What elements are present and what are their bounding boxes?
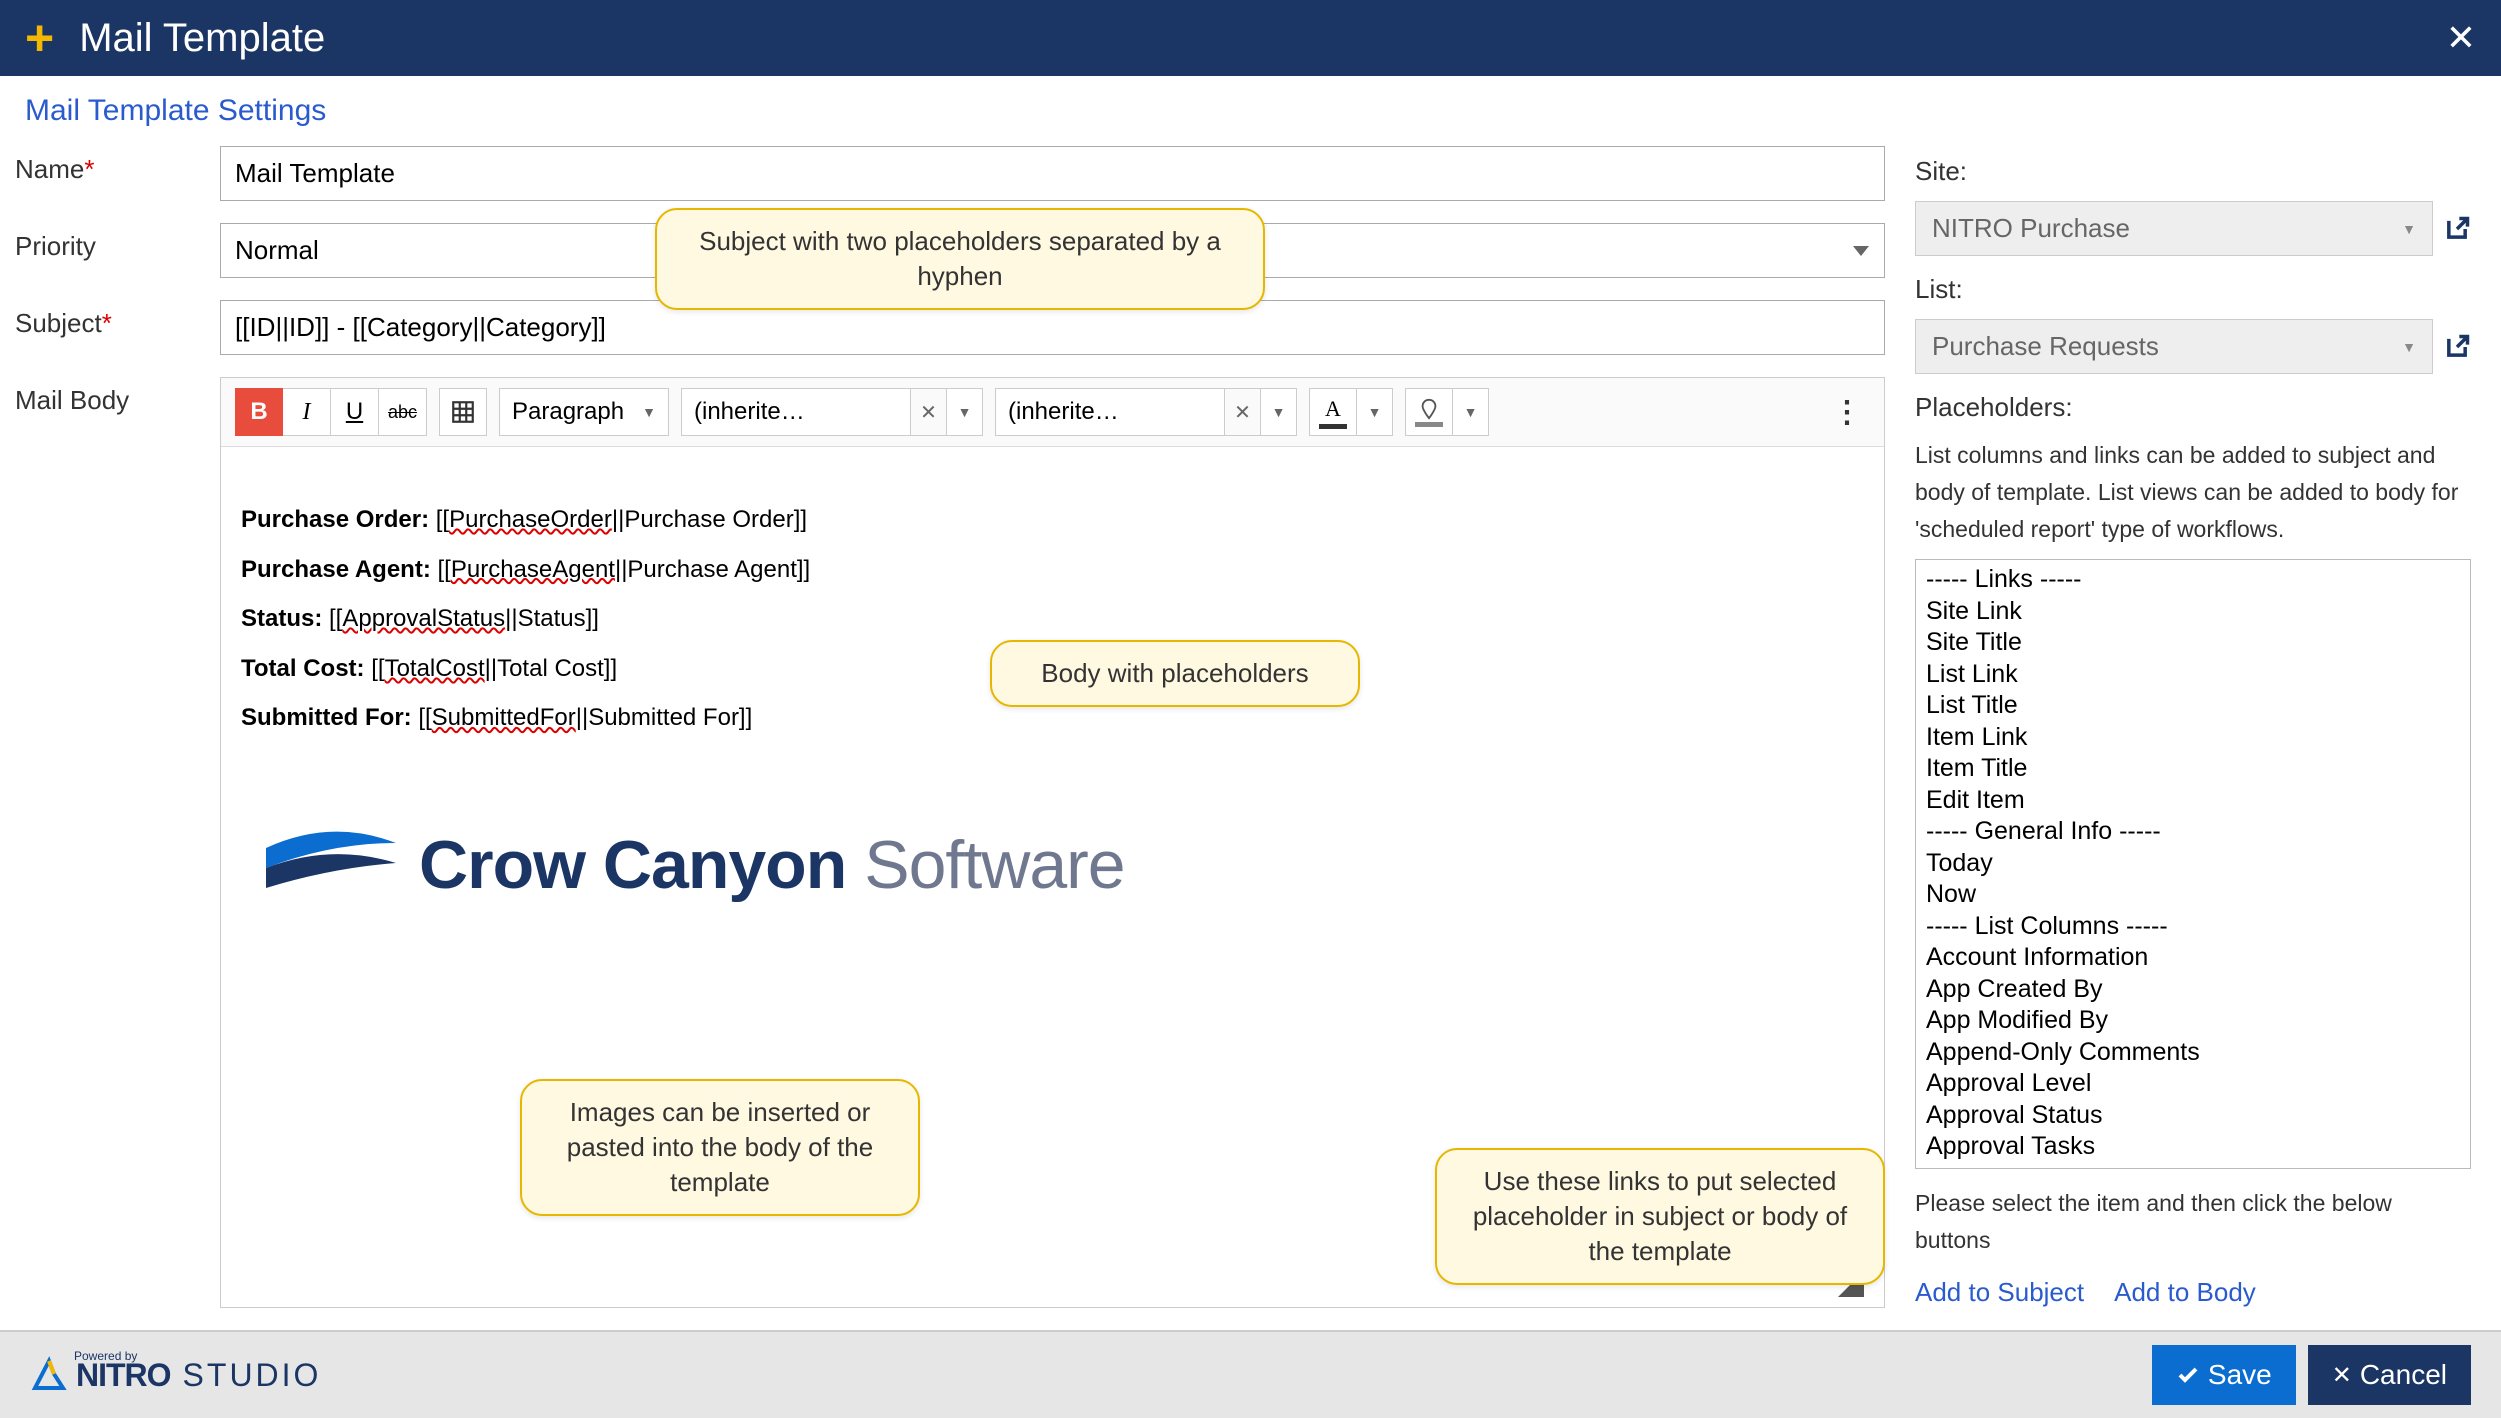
save-button[interactable]: Save [2152,1345,2296,1405]
subheader: Mail Template Settings [0,76,2501,146]
cancel-button[interactable]: ✕ Cancel [2308,1345,2471,1405]
body-line: Purchase Agent: [[PurchaseAgent||Purchas… [241,547,1864,593]
body-line: Status: [[ApprovalStatus||Status]] [241,596,1864,642]
footer: Powered by NITRO STUDIO Save ✕ Cancel [0,1330,2501,1418]
list-item[interactable]: Today [1926,848,2460,880]
close-icon[interactable]: ✕ [2446,17,2476,59]
logo-text-primary: Crow Canyon [419,801,846,930]
font-family-caret[interactable]: ▼ [947,388,983,436]
strikethrough-button[interactable]: abc [379,388,427,436]
placeholders-listbox[interactable]: ----- Links -----Site LinkSite TitleList… [1915,559,2471,1169]
list-item[interactable]: Site Link [1926,596,2460,628]
text-color-button[interactable]: A [1309,388,1357,436]
callout-images: Images can be inserted or pasted into th… [520,1079,920,1216]
external-link-icon[interactable] [2443,215,2471,243]
external-link-icon-2[interactable] [2443,333,2471,361]
subject-label: Subject* [15,300,220,339]
right-panel: Site: NITRO Purchase▼ List: Purchase Req… [1915,146,2486,1330]
list-item[interactable]: Now [1926,879,2460,911]
list-item[interactable]: Site Title [1926,627,2460,659]
nitro-icon [30,1356,68,1394]
priority-label: Priority [15,223,220,262]
add-to-subject-link[interactable]: Add to Subject [1915,1277,2084,1308]
list-item[interactable]: ----- List Columns ----- [1926,911,2460,943]
placeholders-label: Placeholders: [1915,392,2471,423]
list-item[interactable]: Approval Worklog [1926,1163,2460,1170]
placeholders-help: List columns and links can be added to s… [1915,437,2471,547]
list-item[interactable]: Item Link [1926,722,2460,754]
list-item[interactable]: List Title [1926,690,2460,722]
add-to-body-link[interactable]: Add to Body [2114,1277,2256,1308]
more-icon[interactable]: ⋮ [1832,395,1870,430]
list-item[interactable]: Item Title [1926,753,2460,785]
underline-button[interactable]: U [331,388,379,436]
font-size-select[interactable]: (inherite… [995,388,1225,436]
text-color-caret[interactable]: ▼ [1357,388,1393,436]
list-item[interactable]: Account Information [1926,942,2460,974]
callout-subject: Subject with two placeholders separated … [655,208,1265,310]
font-family-clear[interactable]: ✕ [911,388,947,436]
list-item[interactable]: App Created By [1926,974,2460,1006]
logo-image: Crow Canyon Software [241,801,1864,930]
list-item[interactable]: ----- General Info ----- [1926,816,2460,848]
highlight-button[interactable] [1405,388,1453,436]
list-select[interactable]: Purchase Requests▼ [1915,319,2433,374]
font-size-clear[interactable]: ✕ [1225,388,1261,436]
callout-add-links: Use these links to put selected placehol… [1435,1148,1885,1285]
list-item[interactable]: Approval Status [1926,1100,2460,1132]
site-select[interactable]: NITRO Purchase▼ [1915,201,2433,256]
body-label: Mail Body [15,377,220,416]
name-input[interactable] [220,146,1885,201]
header-bar: + Mail Template ✕ [0,0,2501,76]
swoosh-icon [261,813,401,919]
font-family-select[interactable]: (inherite… [681,388,911,436]
italic-button[interactable]: I [283,388,331,436]
page-title: Mail Template [79,16,325,61]
list-item[interactable]: Approval Level [1926,1068,2460,1100]
list-item[interactable]: Edit Item [1926,785,2460,817]
font-size-caret[interactable]: ▼ [1261,388,1297,436]
paragraph-select[interactable]: Paragraph▼ [499,388,669,436]
logo-text-secondary: Software [864,801,1124,930]
footer-logo: Powered by NITRO STUDIO [30,1356,321,1394]
name-label: Name* [15,146,220,185]
list-item[interactable]: ----- Links ----- [1926,564,2460,596]
select-help: Please select the item and then click th… [1915,1185,2471,1259]
highlight-caret[interactable]: ▼ [1453,388,1489,436]
list-item[interactable]: Approval Tasks [1926,1131,2460,1163]
site-label: Site: [1915,156,2471,187]
list-item[interactable]: Append-Only Comments [1926,1037,2460,1069]
plus-icon: + [25,13,54,63]
table-button[interactable] [439,388,487,436]
list-item[interactable]: App Modified By [1926,1005,2460,1037]
bold-button[interactable]: B [235,388,283,436]
list-label: List: [1915,274,2471,305]
editor-toolbar: B I U abc Paragraph▼ (inherite… [221,378,1884,447]
callout-body-placeholders: Body with placeholders [990,640,1360,707]
list-item[interactable]: List Link [1926,659,2460,691]
body-line: Purchase Order: [[PurchaseOrder||Purchas… [241,497,1864,543]
